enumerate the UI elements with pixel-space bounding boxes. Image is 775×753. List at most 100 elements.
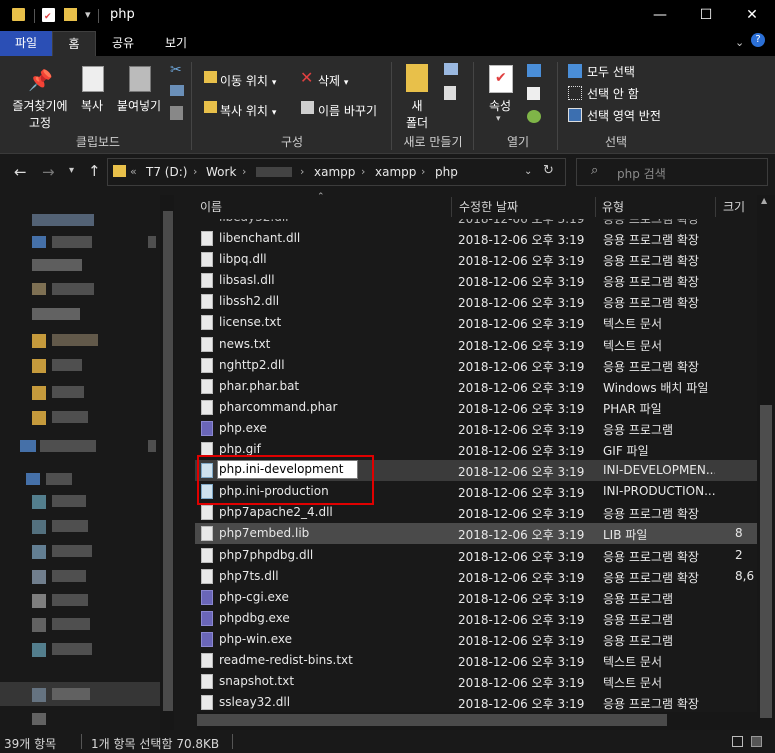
nav-item-blurred[interactable]	[20, 440, 36, 452]
nav-item-blurred[interactable]	[32, 713, 46, 725]
file-row[interactable]: ssleay32.dll 2018-12-06 오후 3:19 응용 프로그램 확장	[195, 692, 757, 713]
new-folder-quick-icon[interactable]	[64, 8, 77, 21]
tab-file[interactable]: 파일	[0, 31, 52, 56]
minimize-button[interactable]: —	[637, 0, 683, 31]
nav-item-blurred[interactable]	[52, 520, 88, 532]
refresh-icon[interactable]: ↻	[543, 163, 554, 178]
paste-button[interactable]: 붙여넣기	[114, 97, 164, 114]
delete-button[interactable]: 삭제 ▾	[318, 72, 348, 89]
properties-dropdown-icon[interactable]: ▾	[496, 114, 501, 124]
copy-button[interactable]: 복사	[76, 97, 108, 114]
easy-access-icon[interactable]	[444, 86, 456, 100]
column-size[interactable]: 크기	[723, 195, 745, 219]
file-row[interactable]: php-win.exe 2018-12-06 오후 3:19 응용 프로그램	[195, 629, 757, 650]
nav-item-blurred[interactable]	[52, 688, 90, 700]
file-row[interactable]: nghttp2.dll 2018-12-06 오후 3:19 응용 프로그램 확장	[195, 355, 757, 376]
properties-button[interactable]: 속성	[483, 97, 517, 114]
close-button[interactable]: ✕	[729, 0, 775, 31]
history-icon[interactable]	[527, 110, 541, 123]
nav-item-blurred[interactable]	[52, 495, 86, 507]
nav-item-blurred[interactable]	[52, 386, 84, 398]
nav-item-blurred[interactable]	[32, 308, 80, 320]
properties-quick-icon[interactable]: ✔	[42, 8, 55, 22]
vertical-scroll-thumb[interactable]	[760, 405, 772, 718]
column-divider[interactable]	[451, 197, 452, 217]
nav-item-blurred[interactable]	[32, 334, 46, 348]
file-row[interactable]: php-cgi.exe 2018-12-06 오후 3:19 응용 프로그램	[195, 587, 757, 608]
file-row[interactable]: php7ts.dll 2018-12-06 오후 3:19 응용 프로그램 확장 8,…	[195, 566, 757, 587]
pin-quick-access-button[interactable]: 즐겨찾기에 고정	[4, 97, 76, 131]
nav-item-blurred[interactable]	[32, 236, 46, 248]
nav-item-blurred[interactable]	[52, 359, 82, 371]
file-row[interactable]: libsasl.dll 2018-12-06 오후 3:19 응용 프로그램 확장	[195, 270, 757, 291]
breadcrumb-php[interactable]: php	[435, 165, 458, 179]
tab-home[interactable]: 홈	[52, 31, 96, 56]
nav-item-blurred[interactable]	[32, 618, 46, 632]
cut-icon[interactable]: ✂	[170, 62, 182, 78]
select-all-button[interactable]: 모두 선택	[587, 63, 635, 80]
large-icons-view-icon[interactable]	[751, 736, 762, 747]
scroll-up-icon[interactable]: ▲	[761, 196, 767, 205]
file-row[interactable]: news.txt 2018-12-06 오후 3:19 텍스트 문서	[195, 334, 757, 355]
horizontal-scroll-thumb[interactable]	[197, 714, 667, 726]
file-row[interactable]: libpq.dll 2018-12-06 오후 3:19 응용 프로그램 확장	[195, 249, 757, 270]
nav-item-blurred[interactable]	[32, 520, 46, 534]
new-item-icon[interactable]	[444, 63, 458, 75]
nav-item-blurred[interactable]	[32, 283, 46, 295]
column-type[interactable]: 유형	[602, 195, 624, 219]
maximize-button[interactable]: ☐	[683, 0, 729, 31]
column-modified[interactable]: 수정한 날짜	[459, 195, 518, 219]
breadcrumb-redacted[interactable]	[256, 167, 292, 177]
up-arrow-icon[interactable]: ↑	[88, 162, 101, 180]
ribbon-collapse-icon[interactable]: ⌄	[735, 36, 744, 49]
back-arrow-icon[interactable]: ←	[14, 163, 27, 181]
file-row[interactable]: license.txt 2018-12-06 오후 3:19 텍스트 문서	[195, 312, 757, 333]
nav-item-blurred[interactable]	[52, 594, 88, 606]
nav-item-blurred[interactable]	[32, 495, 46, 509]
edit-icon[interactable]	[527, 87, 540, 100]
open-icon[interactable]	[527, 64, 541, 77]
address-dropdown-icon[interactable]: ⌄	[524, 166, 532, 177]
nav-item-blurred[interactable]	[32, 545, 46, 559]
nav-item-blurred[interactable]	[32, 259, 82, 271]
file-row[interactable]: libssh2.dll 2018-12-06 오후 3:19 응용 프로그램 확장	[195, 291, 757, 312]
help-icon[interactable]: ?	[751, 33, 765, 47]
file-row[interactable]: php7phpdbg.dll 2018-12-06 오후 3:19 응용 프로그램 …	[195, 545, 757, 566]
details-view-icon[interactable]	[732, 736, 743, 747]
file-row[interactable]: pharcommand.phar 2018-12-06 오후 3:19 PHAR 파…	[195, 397, 757, 418]
quick-access-dropdown-icon[interactable]: ▾	[85, 8, 91, 21]
search-input[interactable]	[576, 158, 768, 186]
nav-item-blurred[interactable]	[32, 570, 46, 584]
nav-pane-scroll-thumb[interactable]	[163, 211, 173, 711]
nav-item-blurred[interactable]	[32, 411, 46, 425]
column-name[interactable]: 이름	[200, 195, 222, 219]
copy-to-button[interactable]: 복사 위치 ▾	[220, 102, 276, 119]
nav-item-blurred[interactable]	[40, 440, 96, 452]
nav-item-blurred[interactable]	[52, 283, 94, 295]
nav-item-blurred[interactable]	[32, 214, 94, 226]
breadcrumb-xampp[interactable]: xampp	[314, 165, 355, 179]
column-divider[interactable]	[715, 197, 716, 217]
breadcrumb-work[interactable]: Work	[206, 165, 236, 179]
nav-item-blurred[interactable]	[32, 643, 46, 657]
file-row[interactable]: php7embed.lib 2018-12-06 오후 3:19 LIB 파일 8	[195, 523, 757, 544]
nav-item-blurred[interactable]	[32, 359, 46, 373]
column-divider[interactable]	[595, 197, 596, 217]
breadcrumb-xampp-sub[interactable]: xampp	[375, 165, 416, 179]
tab-view[interactable]: 보기	[152, 31, 200, 56]
nav-item-blurred[interactable]	[52, 334, 98, 346]
nav-item-blurred[interactable]	[52, 643, 92, 655]
forward-arrow-icon[interactable]: →	[42, 163, 55, 181]
copy-path-icon[interactable]	[170, 85, 184, 96]
nav-item-blurred[interactable]	[32, 386, 46, 400]
new-folder-button[interactable]: 새 폴더	[400, 97, 434, 131]
tab-share[interactable]: 공유	[100, 31, 146, 56]
breadcrumb-drive[interactable]: T7 (D:)	[146, 165, 187, 179]
paste-shortcut-icon[interactable]	[170, 106, 183, 120]
invert-selection-button[interactable]: 선택 영역 반전	[587, 107, 661, 124]
nav-item-blurred[interactable]	[32, 688, 46, 702]
nav-item-blurred[interactable]	[52, 618, 90, 630]
nav-item-blurred[interactable]	[52, 411, 88, 423]
nav-item-blurred[interactable]	[52, 236, 92, 248]
nav-item-blurred[interactable]	[46, 473, 72, 485]
